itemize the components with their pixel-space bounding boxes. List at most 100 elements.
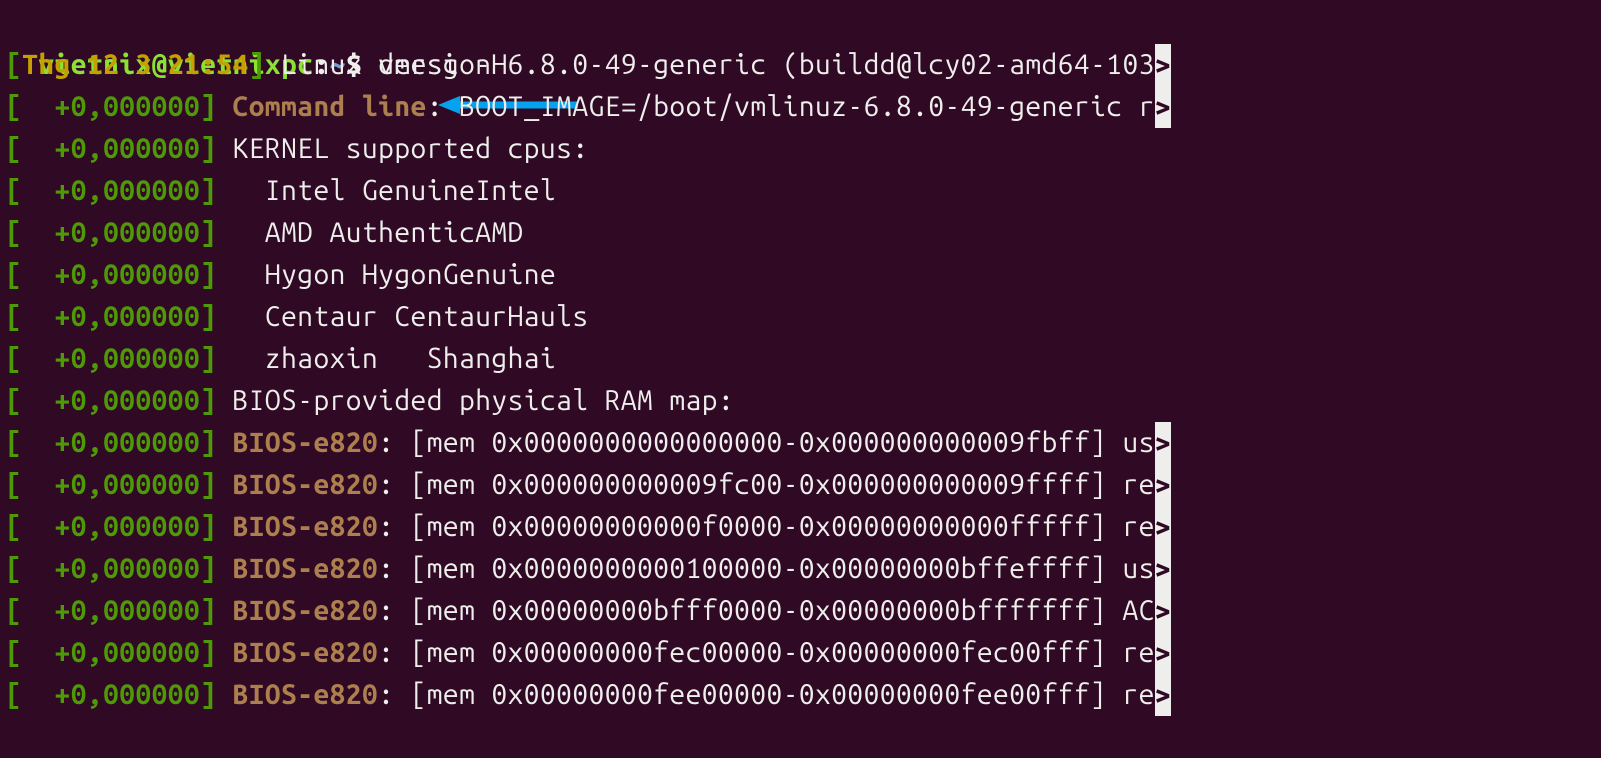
pad [216, 553, 232, 584]
timestamp-bracket-open: [ [6, 553, 22, 584]
timestamp: +0,000000 [22, 217, 200, 248]
pad [216, 175, 232, 206]
pad [265, 49, 281, 80]
timestamp-bracket-close: ] [200, 511, 216, 542]
subsystem-tag: BIOS-e820 [233, 427, 379, 458]
pad [216, 343, 232, 374]
timestamp: +0,000000 [22, 595, 200, 626]
log-line: [ +0,000000] Intel GenuineIntel [6, 170, 1595, 212]
pad [216, 427, 232, 458]
log-message: [mem 0x00000000fee00000-0x00000000fee00f… [411, 679, 1155, 710]
pad [216, 133, 232, 164]
pad [216, 385, 232, 416]
timestamp-bracket-open: [ [6, 427, 22, 458]
log-line: [ +0,000000] BIOS-e820: [mem 0x000000000… [6, 464, 1595, 506]
log-message: [mem 0x00000000bfff0000-0x00000000bfffff… [411, 595, 1155, 626]
timestamp: +0,000000 [22, 343, 200, 374]
timestamp: Thg 12 3 21:54 [22, 49, 249, 80]
timestamp-bracket-close: ] [249, 49, 265, 80]
timestamp-bracket-open: [ [6, 637, 22, 668]
timestamp-bracket-open: [ [6, 469, 22, 500]
log-message: Linux version 6.8.0-49-generic (buildd@l… [281, 49, 1155, 80]
truncation-marker: > [1155, 44, 1171, 86]
timestamp: +0,000000 [22, 91, 200, 122]
timestamp-bracket-open: [ [6, 301, 22, 332]
log-line: [ +0,000000] Command line: BOOT_IMAGE=/b… [6, 86, 1595, 128]
timestamp-bracket-open: [ [6, 217, 22, 248]
log-line: [ +0,000000] zhaoxin Shanghai [6, 338, 1595, 380]
timestamp-bracket-open: [ [6, 679, 22, 710]
timestamp-bracket-close: ] [200, 301, 216, 332]
timestamp-bracket-close: ] [200, 385, 216, 416]
subsystem-colon: : [378, 595, 410, 626]
log-message: [mem 0x0000000000000000-0x000000000009fb… [411, 427, 1155, 458]
log-message: Centaur CentaurHauls [233, 301, 589, 332]
log-line: [ +0,000000] Hygon HygonGenuine [6, 254, 1595, 296]
truncation-marker: > [1155, 464, 1171, 506]
subsystem-tag: BIOS-e820 [233, 595, 379, 626]
truncation-marker: > [1155, 422, 1171, 464]
timestamp-bracket-close: ] [200, 217, 216, 248]
timestamp-bracket-close: ] [200, 469, 216, 500]
subsystem-colon: : [378, 679, 410, 710]
pad [216, 91, 232, 122]
timestamp-bracket-close: ] [200, 259, 216, 290]
timestamp-bracket-open: [ [6, 133, 22, 164]
timestamp: +0,000000 [22, 385, 200, 416]
subsystem-tag: BIOS-e820 [233, 553, 379, 584]
pad [216, 595, 232, 626]
prompt-line[interactable]: vietnix@vietnixpc:~$ dmesg -H [6, 2, 1595, 44]
timestamp: +0,000000 [22, 679, 200, 710]
log-line: [ +0,000000] BIOS-e820: [mem 0x00000000b… [6, 590, 1595, 632]
log-message: zhaoxin Shanghai [233, 343, 557, 374]
timestamp: +0,000000 [22, 553, 200, 584]
timestamp: +0,000000 [22, 637, 200, 668]
timestamp-bracket-open: [ [6, 49, 22, 80]
truncation-marker: > [1155, 548, 1171, 590]
timestamp-bracket-open: [ [6, 343, 22, 374]
timestamp: +0,000000 [22, 259, 200, 290]
pad [216, 511, 232, 542]
log-message: BIOS-provided physical RAM map: [233, 385, 735, 416]
timestamp-bracket-open: [ [6, 385, 22, 416]
pad [216, 469, 232, 500]
timestamp: +0,000000 [22, 511, 200, 542]
log-message: [mem 0x0000000000100000-0x00000000bffeff… [411, 553, 1155, 584]
log-line: [ +0,000000] BIOS-e820: [mem 0x00000000f… [6, 632, 1595, 674]
truncation-marker: > [1155, 590, 1171, 632]
arrow-annotation-icon [438, 10, 578, 32]
log-line: [ +0,000000] BIOS-e820: [mem 0x00000000f… [6, 674, 1595, 716]
log-message: [mem 0x00000000fec00000-0x00000000fec00f… [411, 637, 1155, 668]
subsystem-tag: BIOS-e820 [233, 679, 379, 710]
truncation-marker: > [1155, 632, 1171, 674]
log-message: [mem 0x00000000000f0000-0x00000000000fff… [411, 511, 1155, 542]
timestamp: +0,000000 [22, 133, 200, 164]
timestamp-bracket-close: ] [200, 595, 216, 626]
timestamp-bracket-close: ] [200, 343, 216, 374]
subsystem-tag: BIOS-e820 [233, 637, 379, 668]
pad [216, 679, 232, 710]
subsystem-tag: BIOS-e820 [233, 511, 379, 542]
timestamp-bracket-close: ] [200, 553, 216, 584]
pad [216, 637, 232, 668]
timestamp-bracket-close: ] [200, 679, 216, 710]
timestamp: +0,000000 [22, 301, 200, 332]
log-line: [ +0,000000] Centaur CentaurHauls [6, 296, 1595, 338]
subsystem-colon: : [378, 427, 410, 458]
log-line: [ +0,000000] BIOS-e820: [mem 0x000000000… [6, 548, 1595, 590]
pad [216, 217, 232, 248]
timestamp: +0,000000 [22, 175, 200, 206]
log-message: BOOT_IMAGE=/boot/vmlinuz-6.8.0-49-generi… [459, 91, 1155, 122]
log-message: KERNEL supported cpus: [233, 133, 589, 164]
log-line: [ +0,000000] BIOS-e820: [mem 0x000000000… [6, 422, 1595, 464]
subsystem-colon: : [378, 511, 410, 542]
dmesg-output[interactable]: [Thg 12 3 21:54] Linux version 6.8.0-49-… [6, 44, 1595, 716]
log-message: Intel GenuineIntel [233, 175, 557, 206]
timestamp-bracket-open: [ [6, 91, 22, 122]
timestamp: +0,000000 [22, 469, 200, 500]
log-line: [ +0,000000] BIOS-provided physical RAM … [6, 380, 1595, 422]
timestamp-bracket-close: ] [200, 427, 216, 458]
truncation-marker: > [1155, 506, 1171, 548]
timestamp: +0,000000 [22, 427, 200, 458]
pad [216, 301, 232, 332]
